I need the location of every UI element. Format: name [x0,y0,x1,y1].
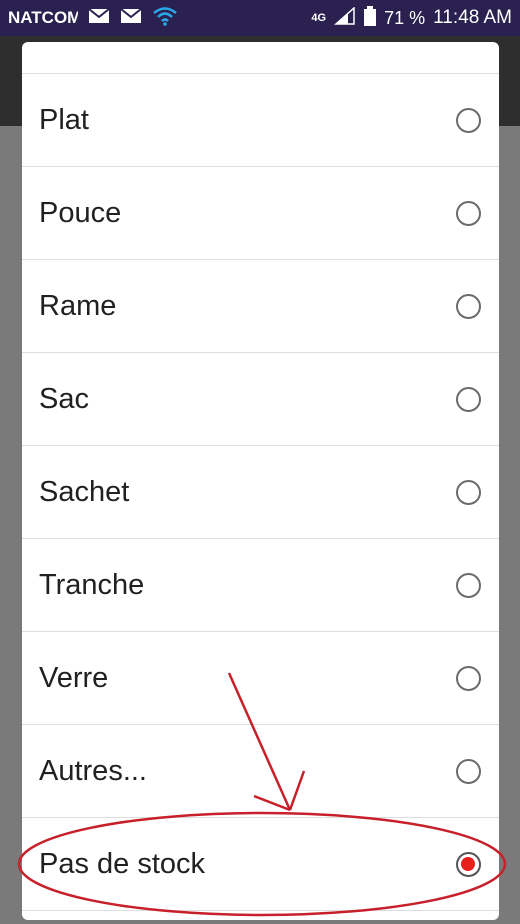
option-row[interactable]: Pouce [22,167,499,260]
option-row[interactable]: Pas de stock [22,818,499,911]
option-label: Pas de stock [39,847,206,880]
option-label: Autres... [39,754,147,787]
radio-unchecked-icon[interactable] [456,479,481,505]
radio-unchecked-icon[interactable] [456,200,481,226]
wifi-icon [152,6,178,31]
status-bar: NATCOM 4G 71 % 11:48 AM [0,0,520,36]
radio-unchecked-icon[interactable] [456,293,481,319]
battery-percent: 71 % [384,7,426,28]
option-list: Plat Pouce Rame Sac Sachet Tranche Verre Autres… [22,74,499,911]
option-row[interactable]: Tranche [22,539,499,632]
signal-icon [334,5,356,30]
option-row[interactable]: Autres... [22,725,499,818]
radio-unchecked-icon[interactable] [456,758,481,784]
radio-unchecked-icon[interactable] [456,107,481,133]
radio-checked-icon[interactable] [456,851,481,877]
clock: 11:48 AM [433,7,512,28]
option-row[interactable]: Plat [22,74,499,167]
radio-unchecked-icon[interactable] [456,386,481,412]
battery-icon [364,5,377,31]
network-type: 4G [311,11,327,24]
option-row[interactable]: Sachet [22,446,499,539]
option-row[interactable]: Sac [22,353,499,446]
option-label: Plat [39,103,89,136]
option-row[interactable]: Rame [22,260,499,353]
option-label: Sachet [39,475,130,508]
option-label: Tranche [39,568,145,601]
mail-icon-2 [120,7,142,29]
option-label: Verre [39,661,109,694]
radio-unchecked-icon[interactable] [456,665,481,691]
option-label: Sac [39,382,89,415]
unit-picker-dialog: Plat Pouce Rame Sac Sachet Tranche Verre Autres… [22,42,499,920]
radio-unchecked-icon[interactable] [456,572,481,598]
option-label: Rame [39,289,117,322]
option-label: Pouce [39,196,122,229]
dialog-top-divider [22,42,499,74]
option-row[interactable]: Verre [22,632,499,725]
carrier-name: NATCOM [8,8,78,27]
mail-icon [88,7,110,29]
